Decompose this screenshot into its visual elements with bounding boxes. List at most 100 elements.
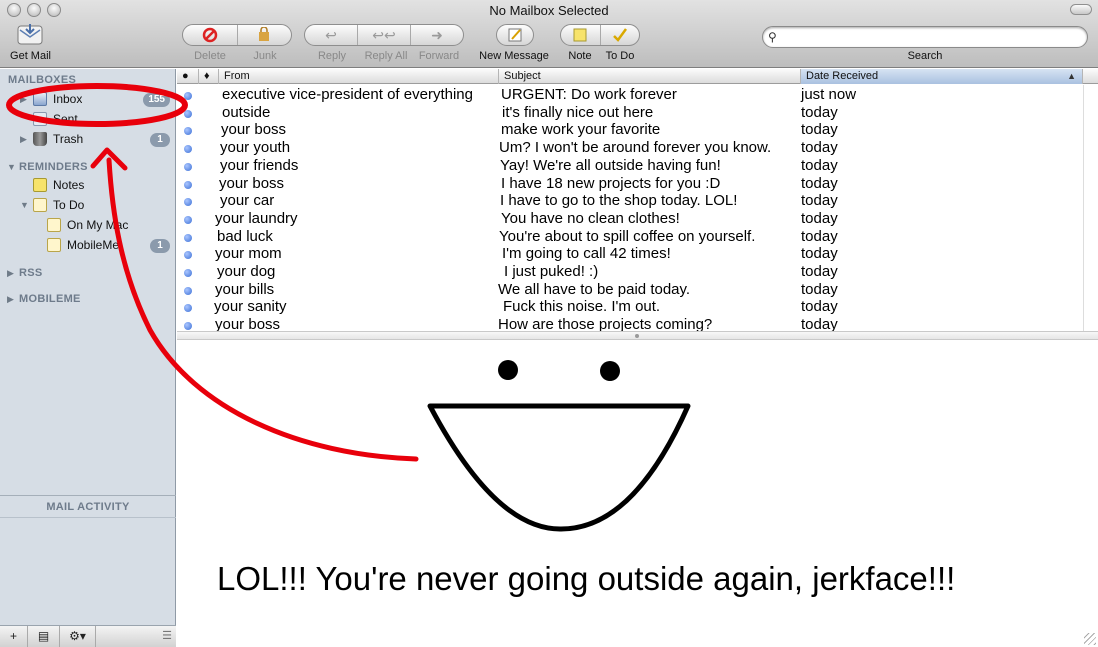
mail-activity-panel: MAIL ACTIVITY xyxy=(0,495,176,625)
sidebar-item-trash[interactable]: ▶ Trash 1 xyxy=(0,131,176,149)
delete-button[interactable] xyxy=(183,25,238,45)
message-from: your laundry xyxy=(215,209,298,227)
message-date: just now xyxy=(801,86,857,103)
message-row[interactable]: your friends Yay! We're all outside havin… xyxy=(177,156,1083,176)
message-subject: Fuck this noise. I'm out. xyxy=(503,298,661,316)
sidebar-item-todo[interactable]: ▼ To Do xyxy=(0,197,176,215)
message-subject: make work your favorite xyxy=(501,121,661,139)
message-date: today xyxy=(801,298,838,316)
sidebar-resize-handle[interactable]: ☰ xyxy=(162,626,172,647)
delete-junk-segment xyxy=(182,24,292,46)
message-row[interactable]: outside it's finally nice out here today xyxy=(177,104,1083,123)
message-row[interactable]: your bills We all have to be paid today. t… xyxy=(177,280,1083,300)
disclosure-triangle-icon[interactable]: ▶ xyxy=(20,134,27,145)
message-from: your boss xyxy=(219,174,285,192)
mobileme-header-row[interactable]: ▶ MOBILEME xyxy=(0,291,176,309)
date-column-header[interactable]: Date Received ▲ xyxy=(801,69,1083,84)
sidebar-item-mobileme[interactable]: MobileMe 1 xyxy=(0,237,176,255)
unread-count-badge: 1 xyxy=(150,239,170,253)
disclosure-triangle-open-icon[interactable]: ▼ xyxy=(20,200,29,210)
message-row[interactable]: your car I have to go to the shop today. … xyxy=(177,192,1083,211)
message-row[interactable]: your mom I'm going to call 42 times! today xyxy=(177,245,1083,264)
mailboxes-header[interactable]: MAILBOXES xyxy=(8,74,76,86)
note-label: Note xyxy=(568,50,592,62)
search-icon: ⚲ xyxy=(768,30,777,44)
message-row[interactable]: your boss make work your favorite today xyxy=(177,121,1083,140)
disclosure-triangle-icon[interactable]: ▶ xyxy=(7,268,14,279)
message-from: executive vice-president of everything xyxy=(222,86,473,103)
message-row[interactable]: executive vice-president of everything UR… xyxy=(177,86,1083,105)
sidebar-item-sent[interactable]: Sent xyxy=(0,111,176,129)
message-subject: URGENT: Do work forever xyxy=(501,86,677,103)
note-todo-segment xyxy=(560,24,640,46)
envelope-icon xyxy=(17,24,43,45)
reminders-header: REMINDERS xyxy=(19,161,88,173)
message-row[interactable]: your dog I just puked! :) today xyxy=(177,263,1083,282)
forward-button[interactable]: ➜ xyxy=(411,25,463,45)
new-message-label: New Message xyxy=(479,50,549,62)
message-row[interactable]: your boss I have 18 new projects for you … xyxy=(177,174,1083,194)
sidebar-item-notes[interactable]: Notes xyxy=(0,177,176,195)
get-mail-button[interactable] xyxy=(14,22,46,48)
left-eye xyxy=(498,360,518,380)
junk-button[interactable] xyxy=(238,25,292,45)
vertical-scrollbar[interactable] xyxy=(1083,85,1098,331)
unread-dot-icon: ● xyxy=(182,70,189,82)
reply-all-arrow-icon: ↩↩ xyxy=(372,26,396,43)
message-subject: I just puked! :) xyxy=(504,263,599,280)
toolbar-toggle-button[interactable] xyxy=(1070,4,1092,15)
message-subject: We all have to be paid today. xyxy=(498,280,691,298)
todo-icon xyxy=(47,218,61,232)
message-subject: You're about to spill coffee on yourself… xyxy=(499,227,756,245)
from-column-header[interactable]: From xyxy=(219,69,499,84)
message-from: your mom xyxy=(215,245,282,263)
message-list: ● ♦ From Subject Date Received ▲ executi… xyxy=(177,69,1098,333)
new-message-button[interactable] xyxy=(497,25,533,45)
reminders-header-row[interactable]: ▼ REMINDERS xyxy=(0,159,176,177)
message-date: today xyxy=(801,174,838,192)
disclosure-triangle-icon[interactable]: ▶ xyxy=(7,294,14,305)
reply-all-button[interactable]: ↩↩ xyxy=(358,25,411,45)
mobileme-header: MOBILEME xyxy=(19,293,81,305)
window-resize-grip-icon[interactable] xyxy=(1084,633,1096,645)
message-subject: You have no clean clothes! xyxy=(501,209,680,227)
message-date: today xyxy=(801,156,838,174)
search-field[interactable]: ⚲ xyxy=(762,26,1088,48)
sidebar-item-inbox[interactable]: ▶ Inbox 155 xyxy=(0,91,176,109)
list-preview-splitter[interactable] xyxy=(177,331,1098,340)
disclosure-triangle-icon[interactable]: ▶ xyxy=(20,94,27,105)
flag-column-header[interactable]: ♦ xyxy=(199,69,219,84)
sidebar-item-label: Notes xyxy=(53,178,85,192)
sidebar-item-on-my-mac[interactable]: On My Mac xyxy=(0,217,176,235)
gear-icon: ⚙▾ xyxy=(69,629,86,643)
inbox-icon xyxy=(33,92,47,106)
rss-header-row[interactable]: ▶ RSS xyxy=(0,265,176,283)
unread-column-header[interactable]: ● xyxy=(177,69,199,84)
subject-column-header[interactable]: Subject xyxy=(499,69,801,84)
message-row[interactable]: your youth Um? I won't be around forever … xyxy=(177,139,1083,158)
message-row[interactable]: bad luck You're about to spill coffee on … xyxy=(177,227,1083,247)
sidebar-item-label: MobileMe xyxy=(67,238,120,252)
unread-count-badge: 155 xyxy=(143,93,170,107)
disclosure-triangle-open-icon[interactable]: ▼ xyxy=(7,162,16,172)
splitter-grip-icon xyxy=(635,334,639,338)
message-row[interactable]: your laundry You have no clean clothes! to… xyxy=(177,209,1083,229)
show-hide-activity-button[interactable]: ▤ xyxy=(28,626,60,647)
todo-button[interactable] xyxy=(601,25,640,45)
message-from: your sanity xyxy=(214,298,287,316)
new-message-segment xyxy=(496,24,534,46)
reply-segment: ↩ ↩↩ ➜ xyxy=(304,24,464,46)
note-button[interactable] xyxy=(561,25,601,45)
search-label: Search xyxy=(907,50,943,62)
add-mailbox-button[interactable]: + xyxy=(0,626,28,647)
message-subject: I have to go to the shop today. LOL! xyxy=(500,192,738,210)
message-row[interactable]: your sanity Fuck this noise. I'm out. toda… xyxy=(177,298,1083,317)
message-from: your dog xyxy=(217,263,276,280)
delete-icon xyxy=(202,27,217,43)
message-date: today xyxy=(801,227,838,245)
message-date: today xyxy=(801,263,838,280)
reply-button[interactable]: ↩ xyxy=(305,25,358,45)
sidebar-item-label: To Do xyxy=(53,198,85,212)
gear-menu-button[interactable]: ⚙▾ xyxy=(60,626,96,647)
message-from: your youth xyxy=(220,139,291,157)
